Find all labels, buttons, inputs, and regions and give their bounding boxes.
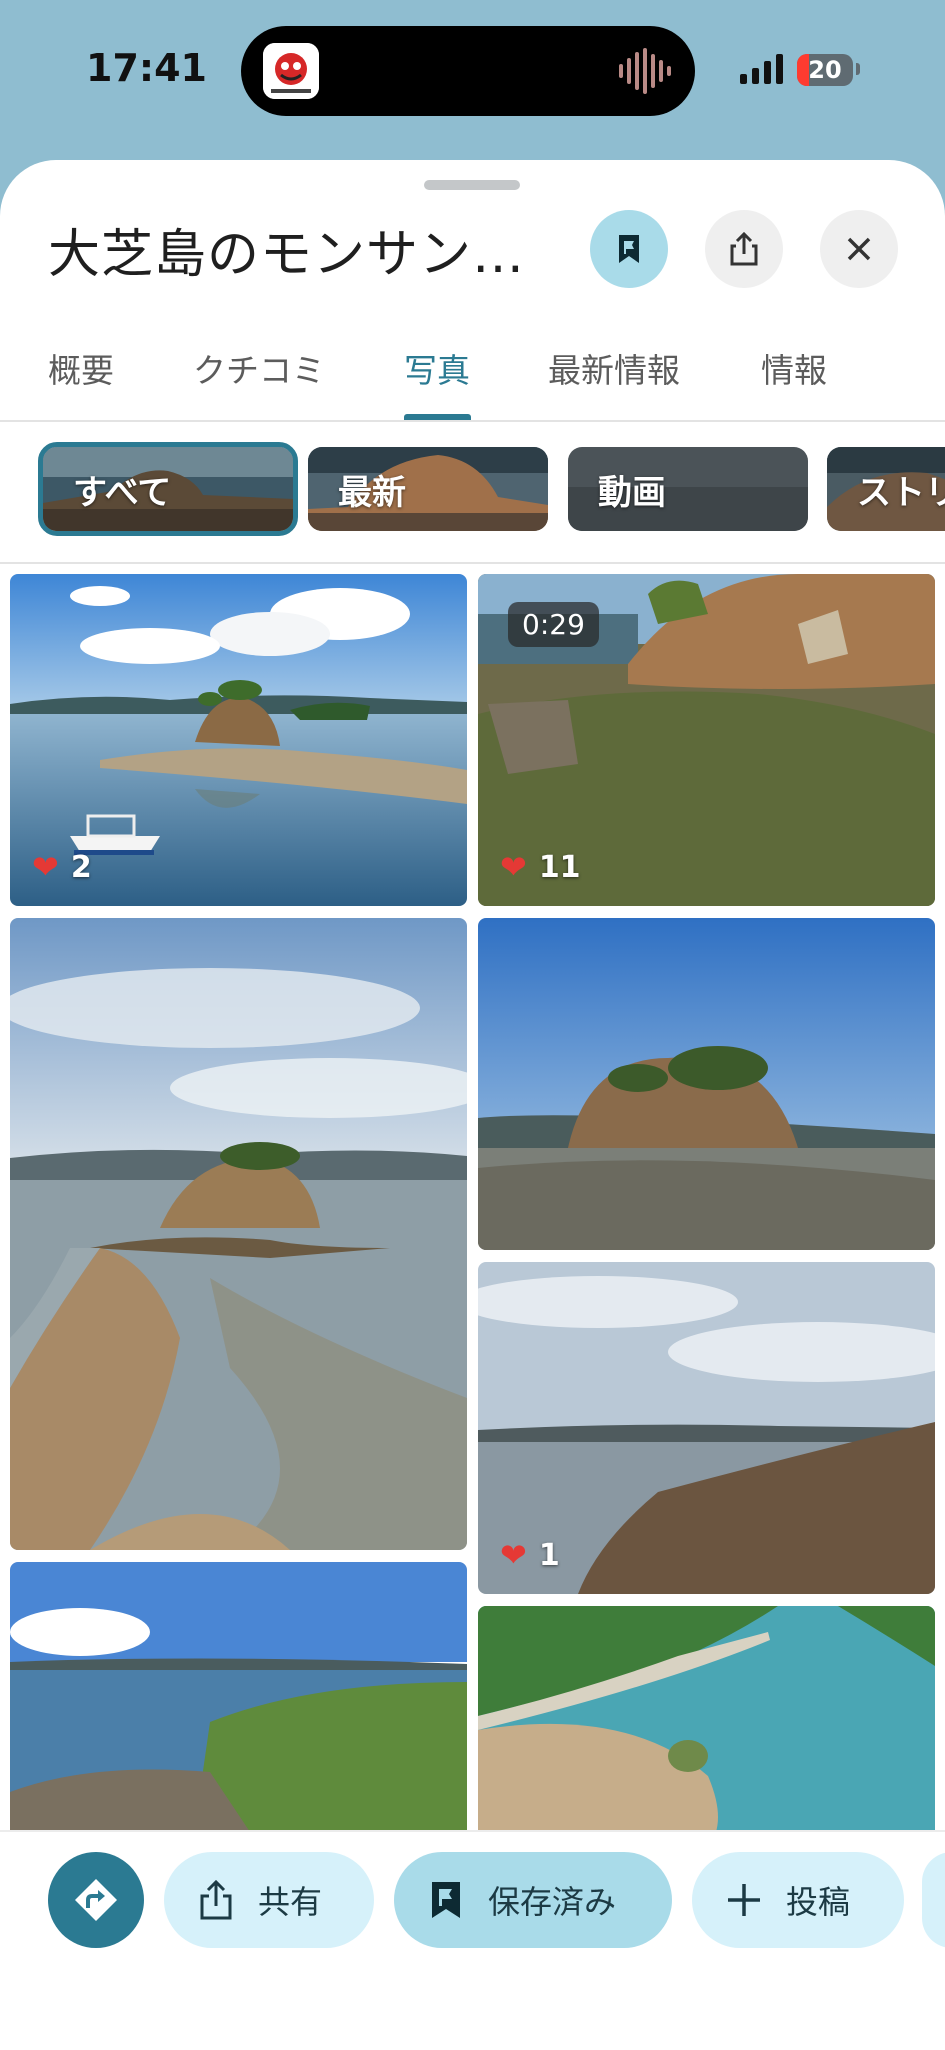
share-label: 共有: [258, 1883, 323, 1921]
like-count: ❤ 11: [500, 848, 581, 886]
saved-label: 保存済み: [488, 1883, 617, 1921]
more-pill-button[interactable]: [922, 1852, 945, 1948]
close-button[interactable]: [820, 210, 898, 288]
tab-info[interactable]: 情報: [761, 344, 827, 392]
video-thumbnail[interactable]: 0:29 ❤ 11: [478, 574, 935, 906]
tab-overview[interactable]: 概要: [48, 344, 114, 392]
status-bar: 17:41 20: [0, 0, 945, 150]
share-button[interactable]: [705, 210, 783, 288]
dynamic-island[interactable]: [241, 26, 695, 116]
chip-label: ストリ: [857, 472, 945, 513]
tab-bar: 概要 クチコミ 写真 最新情報 情報: [0, 330, 945, 420]
chip-videos[interactable]: 動画: [568, 447, 808, 531]
heart-icon: ❤: [500, 1536, 527, 1574]
directions-button[interactable]: [48, 1852, 144, 1948]
tab-photos[interactable]: 写真: [404, 344, 470, 392]
chip-stories[interactable]: ストリ: [827, 447, 945, 531]
saved-button[interactable]: [590, 210, 668, 288]
place-sheet: 大芝島のモンサン… 概要 クチコミ 写真 最新情報 情報 すべて 最新 動画 ス…: [0, 160, 945, 2048]
cellular-signal-icon: [740, 54, 784, 84]
bottom-action-bar: 共有 保存済み 投稿: [0, 1830, 945, 2050]
photo-thumbnail[interactable]: [478, 1606, 935, 1866]
tab-updates[interactable]: 最新情報: [548, 344, 680, 392]
photo-image: [10, 1562, 467, 1862]
sheet-grabber[interactable]: [424, 180, 520, 190]
tab-reviews[interactable]: クチコミ: [193, 344, 325, 392]
photo-image: [10, 918, 467, 1550]
chip-recent[interactable]: 最新: [308, 447, 548, 531]
close-icon: [847, 237, 871, 261]
photo-thumbnail[interactable]: [10, 1562, 467, 1862]
divider: [0, 420, 945, 422]
photo-thumbnail[interactable]: ❤ 2: [10, 574, 467, 906]
saved-pill-button[interactable]: 保存済み: [394, 1852, 672, 1948]
chip-label: すべて: [73, 472, 172, 513]
heart-icon: ❤: [32, 848, 59, 886]
video-duration: 0:29: [508, 602, 599, 647]
audio-wave-icon: [619, 48, 673, 94]
battery-icon: 20: [797, 54, 853, 86]
share-pill-button[interactable]: 共有: [164, 1852, 374, 1948]
share-icon: [730, 231, 758, 266]
post-label: 投稿: [786, 1883, 851, 1921]
bookmark-flag-icon: [432, 1882, 460, 1918]
like-count: ❤ 2: [32, 848, 92, 886]
photo-image: [478, 1606, 935, 1866]
chip-label: 動画: [598, 472, 666, 513]
share-icon: [200, 1879, 232, 1920]
now-playing-app-icon: [263, 43, 319, 99]
heart-icon: ❤: [500, 848, 527, 886]
post-pill-button[interactable]: 投稿: [692, 1852, 904, 1948]
bookmark-flag-icon: [619, 235, 639, 263]
chip-label: 最新: [338, 472, 406, 513]
directions-icon: [75, 1879, 117, 1921]
photo-thumbnail[interactable]: [10, 918, 467, 1550]
place-title: 大芝島のモンサン…: [48, 225, 526, 285]
battery-level: 20: [808, 56, 842, 84]
chip-all[interactable]: すべて: [38, 442, 298, 536]
status-time: 17:41: [86, 46, 207, 90]
photo-thumbnail[interactable]: [478, 918, 935, 1250]
photo-image: [478, 918, 935, 1250]
like-count: ❤ 1: [500, 1536, 560, 1574]
photo-thumbnail[interactable]: ❤ 1: [478, 1262, 935, 1594]
divider: [0, 562, 945, 564]
plus-icon: [728, 1884, 760, 1916]
